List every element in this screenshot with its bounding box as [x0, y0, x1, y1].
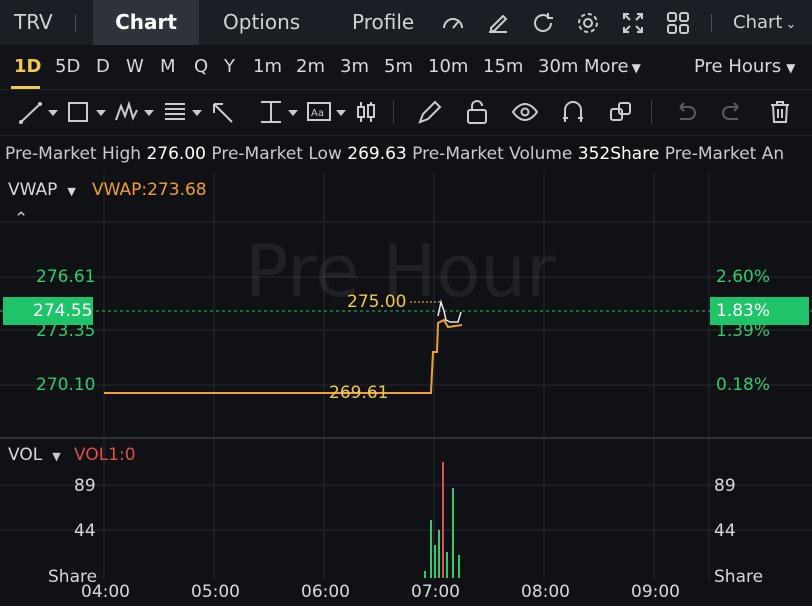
high-price-marker: 275.00: [347, 292, 407, 312]
timeframe-y[interactable]: Y: [224, 45, 235, 89]
eye-icon[interactable]: [511, 98, 539, 126]
low-value: 269.63: [347, 144, 407, 164]
divider: [711, 14, 712, 32]
arrow-tool-icon[interactable]: [210, 98, 254, 126]
x-tick: 06:00: [301, 582, 350, 602]
divider: [393, 100, 394, 124]
timeframe-5d[interactable]: 5D: [55, 45, 80, 89]
vol-tick-right: 89: [714, 476, 736, 496]
vol-unit-right: Share: [714, 567, 764, 587]
current-pct-badge: 1.83%: [710, 297, 809, 325]
edit-icon[interactable]: [485, 10, 511, 36]
timeframe-5m[interactable]: 5m: [384, 45, 413, 89]
timeframe-w[interactable]: W: [126, 45, 144, 89]
indicator-vwap[interactable]: VWAP ▼: [8, 180, 76, 200]
caret-down-icon: ▼: [52, 450, 61, 463]
timeframe-m[interactable]: M: [160, 45, 176, 89]
low-price-marker: 269.61: [329, 383, 389, 403]
divider: [651, 100, 652, 124]
trailing-label: Pre-Market An: [664, 144, 785, 164]
low-label: Pre-Market Low: [211, 144, 342, 164]
svg-text:Aa: Aa: [311, 108, 324, 119]
volume-bars: [424, 462, 460, 578]
volume-value: 352Share: [577, 144, 660, 164]
timeframe-1m[interactable]: 1m: [253, 45, 282, 89]
timeframe-30m[interactable]: 30m: [538, 45, 578, 89]
undo-icon[interactable]: [672, 98, 698, 126]
rectangle-tool-icon[interactable]: [66, 98, 110, 126]
vol-tick-left: 89: [74, 476, 96, 496]
caret-down-icon: ▼: [631, 61, 641, 75]
trash-icon[interactable]: [767, 98, 793, 126]
measure-tool-icon[interactable]: [258, 98, 302, 126]
indicator-vwap-label: VWAP: [8, 180, 58, 200]
redo-icon[interactable]: [720, 98, 746, 126]
divider: [75, 14, 76, 32]
timeframe-2m[interactable]: 2m: [296, 45, 325, 89]
premarket-info-bar: Pre-Market High 276.00 Pre-Market Low 26…: [0, 136, 812, 173]
y-tick-right: 0.18%: [716, 375, 771, 395]
tab-options[interactable]: Options: [223, 0, 300, 45]
symbol: TRV: [14, 10, 53, 34]
caret-down-icon: ▼: [67, 185, 76, 198]
caret-down-icon: ▼: [786, 61, 796, 75]
candle-tool-icon[interactable]: [354, 98, 380, 126]
timeframe-3m[interactable]: 3m: [340, 45, 369, 89]
timeframe-1d[interactable]: 1D: [14, 45, 41, 89]
fibonacci-tool-icon[interactable]: [162, 98, 206, 126]
x-tick: 05:00: [191, 582, 240, 602]
chart-menu-label: Chart: [733, 12, 783, 33]
magnet-icon[interactable]: [560, 98, 586, 126]
text-tool-icon[interactable]: Aa: [306, 98, 350, 126]
layers-icon[interactable]: [608, 98, 634, 126]
high-label: Pre-Market High: [5, 144, 142, 164]
refresh-icon[interactable]: [530, 10, 556, 36]
pattern-tool-icon[interactable]: [114, 98, 158, 126]
chevron-down-icon: ⌄: [785, 17, 797, 32]
fullscreen-icon[interactable]: [620, 10, 646, 36]
indicator-vol[interactable]: VOL ▼: [8, 445, 61, 465]
chart-menu[interactable]: Chart ⌄: [733, 0, 796, 45]
unlock-icon[interactable]: [464, 98, 490, 126]
session-label: Pre Hours: [694, 56, 782, 77]
speed-gauge-icon[interactable]: [440, 10, 466, 36]
timeframe-d[interactable]: D: [96, 45, 110, 89]
x-tick: 04:00: [81, 582, 130, 602]
high-value: 276.00: [146, 144, 206, 164]
x-tick: 07:00: [411, 582, 460, 602]
volume-label: Pre-Market Volume: [412, 144, 573, 164]
collapse-chevron-icon[interactable]: ⌃: [14, 209, 28, 229]
more-label: More: [584, 56, 629, 77]
tab-chart[interactable]: Chart: [93, 0, 199, 45]
vwap-line: [104, 318, 463, 394]
more-menu[interactable]: More ▼: [584, 45, 641, 89]
tab-profile[interactable]: Profile: [352, 0, 414, 45]
y-tick-left: 270.10: [36, 375, 96, 395]
x-tick: 08:00: [521, 582, 570, 602]
trend-line-tool-icon[interactable]: [18, 98, 62, 126]
vol-tick-right: 44: [714, 521, 736, 541]
vol-value: VOL1:0: [74, 445, 136, 465]
current-price-badge: 274.55: [3, 297, 93, 325]
indicator-vol-label: VOL: [8, 445, 43, 465]
vwap-value: VWAP:273.68: [92, 180, 207, 200]
vol-tick-left: 44: [74, 521, 96, 541]
session-select[interactable]: Pre Hours ▼: [694, 45, 795, 89]
y-tick-right: 2.60%: [716, 267, 771, 287]
gear-icon[interactable]: [575, 10, 601, 36]
timeframe-10m[interactable]: 10m: [428, 45, 468, 89]
timeframe-q[interactable]: Q: [194, 45, 208, 89]
y-tick-left: 276.61: [36, 267, 96, 287]
x-tick: 09:00: [631, 582, 680, 602]
pencil-icon[interactable]: [416, 98, 442, 126]
grid-layout-icon[interactable]: [665, 10, 691, 36]
timeframe-15m[interactable]: 15m: [483, 45, 523, 89]
